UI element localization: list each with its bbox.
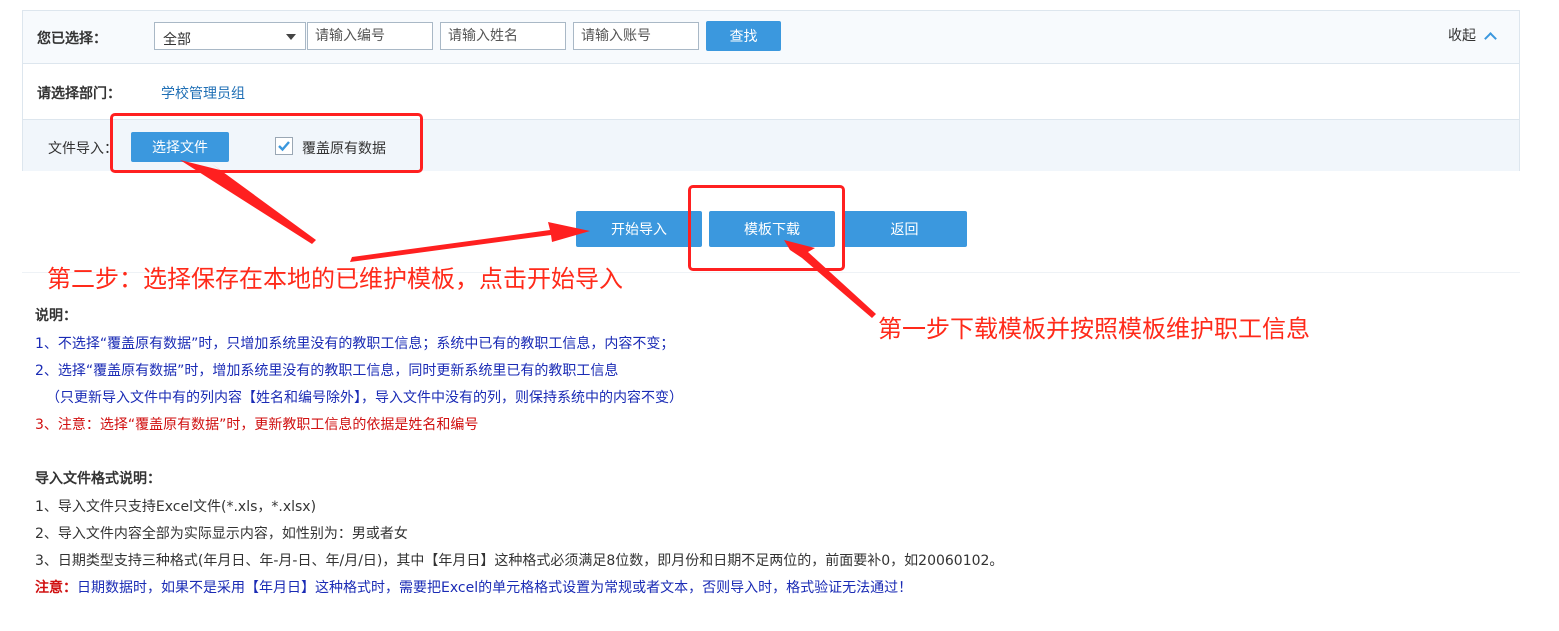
format-warning-text: 日期数据时，如果不是采用【年月日】这种格式时，需要把Excel的单元格格式设置为… [77,580,913,596]
arrow-to-choose-file [180,160,316,244]
step2-annotation: 第二步：选择保存在本地的已维护模板，点击开始导入 [47,265,623,293]
format-warning: 注意：日期数据时，如果不是采用【年月日】这种格式时，需要把Excel的单元格格式… [35,577,912,597]
format-line-3: 3、日期类型支持三种格式(年月日、年-月-日、年/月/日)，其中【年月日】这种格… [35,553,1004,569]
arrow-to-template-download [784,240,876,318]
notes-line-4: 3、注意：选择“覆盖原有数据”时，更新教职工信息的依据是姓名和编号 [35,417,479,433]
format-title: 导入文件格式说明： [35,471,161,487]
notes-line-1: 1、不选择“覆盖原有数据”时，只增加系统里没有的教职工信息；系统中已有的教职工信… [35,336,675,352]
notes-title: 说明： [35,308,77,324]
format-line-2: 2、导入文件内容全部为实际显示内容，如性别为：男或者女 [35,526,408,542]
format-warning-label: 注意： [35,580,77,596]
step1-annotation: 第一步下载模板并按照模板维护职工信息 [878,315,1310,343]
notes-line-3: （只更新导入文件中有的列内容【姓名和编号除外】，导入文件中没有的列，则保持系统中… [46,390,683,406]
format-line-1: 1、导入文件只支持Excel文件(*.xls，*.xlsx) [35,499,317,515]
notes-line-2: 2、选择“覆盖原有数据”时，增加系统里没有的教职工信息，同时更新系统里已有的教职… [35,363,619,379]
arrow-to-start-import [350,222,590,262]
